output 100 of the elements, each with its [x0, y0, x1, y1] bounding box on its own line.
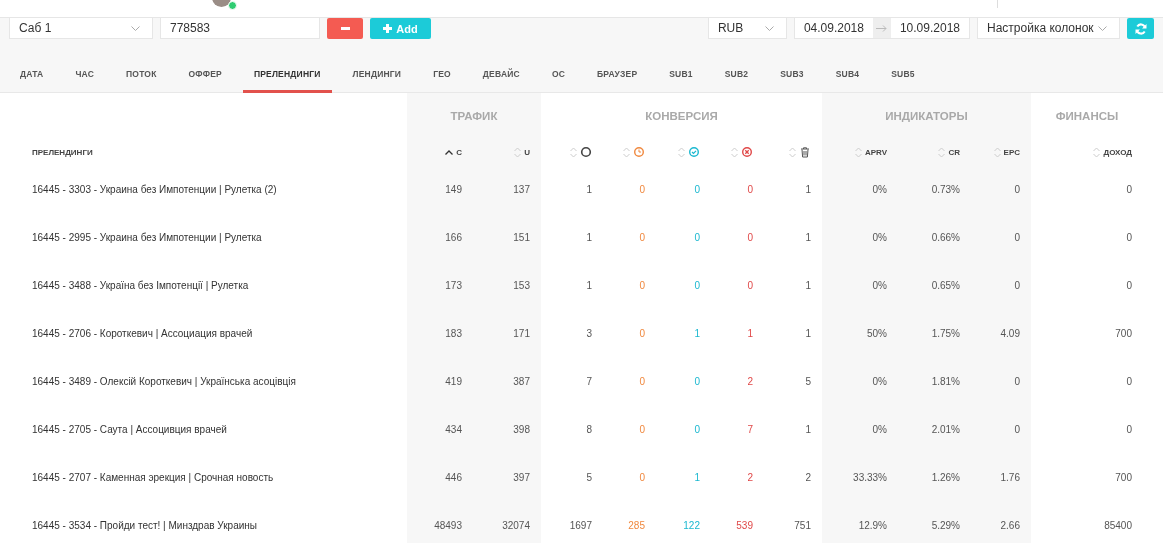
- table-cell: 7: [747, 423, 753, 435]
- remove-button[interactable]: [327, 18, 363, 39]
- table-cell: 5: [586, 471, 592, 483]
- table-cell: 1: [694, 327, 700, 339]
- tab[interactable]: ЛЕНДИНГИ: [341, 58, 413, 93]
- table-cell: 1: [586, 279, 592, 291]
- tab[interactable]: БРАУЗЕР: [586, 58, 649, 93]
- sort-icon[interactable]: [938, 146, 946, 158]
- tab[interactable]: ПРЕЛЕНДИНГИ: [242, 58, 332, 93]
- sort-up-icon[interactable]: [445, 149, 454, 155]
- table-cell: 48493: [434, 519, 462, 531]
- table-cell: 0: [1014, 183, 1020, 195]
- sort-icon[interactable]: [993, 146, 1001, 158]
- table-cell: 0: [747, 279, 753, 291]
- tab[interactable]: ПОТОК: [115, 58, 168, 93]
- table-cell: 539: [736, 519, 753, 531]
- sort-icon[interactable]: [854, 146, 862, 158]
- table-cell: 5: [805, 375, 811, 387]
- columns-select[interactable]: Настройка колонок: [977, 18, 1120, 39]
- table-cell: 0: [694, 375, 700, 387]
- table-cell: 8: [586, 423, 592, 435]
- table-cell: 12.9%: [858, 519, 887, 531]
- table-cell: 0%: [872, 423, 887, 435]
- cross-circle-icon: [741, 146, 753, 158]
- table-cell: 2: [747, 375, 753, 387]
- chevron-down-icon: [1098, 25, 1107, 31]
- sort-icon[interactable]: [570, 146, 577, 158]
- tab[interactable]: SUB2: [713, 58, 760, 93]
- table-cell: 0: [694, 279, 700, 291]
- table-cell: 419: [445, 375, 462, 387]
- table-cell: 1.76: [1000, 471, 1020, 483]
- chevron-down-icon: [764, 25, 774, 31]
- column-header: U: [524, 147, 530, 157]
- column-header: C: [456, 147, 462, 157]
- trash-icon: [799, 146, 811, 158]
- table-cell: 0.66%: [931, 231, 960, 243]
- table-cell: 0: [639, 327, 645, 339]
- table-cell: 1: [586, 231, 592, 243]
- table-cell: 0%: [872, 375, 887, 387]
- tab[interactable]: ОФФЕР: [177, 58, 233, 93]
- sort-icon[interactable]: [789, 146, 796, 158]
- column-header: CR: [948, 147, 960, 157]
- table-cell: 85400: [1104, 519, 1132, 531]
- refresh-button[interactable]: [1127, 18, 1154, 39]
- tab[interactable]: ГЕО: [422, 58, 462, 93]
- tab[interactable]: SUB3: [769, 58, 815, 93]
- table-cell: 1.75%: [931, 327, 960, 339]
- table-cell: 166: [445, 231, 462, 243]
- table-cell: 751: [794, 519, 811, 531]
- tab[interactable]: SUB5: [880, 58, 926, 93]
- table-cell: 183: [445, 327, 462, 339]
- table-cell: 137: [513, 183, 530, 195]
- row-name: 16445 - 3489 - Олексій Короткевич | Українська асоцівція: [32, 375, 296, 387]
- table-cell: 149: [445, 183, 462, 195]
- sub-select-value: Саб 1: [19, 21, 52, 35]
- table-cell: 285: [628, 519, 645, 531]
- table-cell: 7: [586, 375, 592, 387]
- sort-icon[interactable]: [1093, 146, 1101, 158]
- table-cell: 700: [1115, 327, 1132, 339]
- tab[interactable]: ДЕВАЙС: [471, 58, 531, 93]
- table-cell: 1.26%: [931, 471, 960, 483]
- table-cell: 0: [1126, 375, 1132, 387]
- table-cell: 3: [586, 327, 592, 339]
- sort-icon[interactable]: [731, 146, 738, 158]
- sort-icon[interactable]: [514, 146, 522, 158]
- minus-icon: [340, 27, 350, 30]
- sort-icon[interactable]: [678, 146, 685, 158]
- table-cell: 1: [694, 471, 700, 483]
- plus-icon: [383, 24, 393, 33]
- table-cell: 1: [805, 231, 811, 243]
- tab[interactable]: ДАТА: [9, 58, 55, 93]
- table-cell: 33.33%: [853, 471, 887, 483]
- table-cell: 446: [445, 471, 462, 483]
- table-cell: 434: [445, 423, 462, 435]
- sub-select[interactable]: Саб 1: [9, 18, 153, 39]
- table-cell: 0%: [872, 231, 887, 243]
- currency-select[interactable]: RUB: [707, 18, 787, 39]
- row-name: 16445 - 3303 - Украина без Импотенции | Рулетка (2): [32, 183, 277, 195]
- tab[interactable]: SUB4: [824, 58, 871, 93]
- sort-icon[interactable]: [623, 146, 630, 158]
- clock-icon: [633, 146, 645, 158]
- table-cell: 0: [1014, 423, 1020, 435]
- table-cell: 0: [639, 279, 645, 291]
- table-cell: 0: [1126, 231, 1132, 243]
- sub-value-input[interactable]: 778583: [160, 18, 320, 39]
- table-cell: 398: [513, 423, 530, 435]
- table-cell: 0: [639, 183, 645, 195]
- chevron-down-icon: [131, 25, 140, 31]
- table-cell: 0: [1014, 231, 1020, 243]
- table-cell: 2: [805, 471, 811, 483]
- table-cell: 0%: [872, 183, 887, 195]
- tab[interactable]: SUB1: [658, 58, 704, 93]
- table-cell: 1.81%: [931, 375, 960, 387]
- tab[interactable]: ЧАС: [64, 58, 105, 93]
- table-cell: 1: [805, 279, 811, 291]
- tab[interactable]: ОС: [540, 58, 577, 93]
- table-cell: 1697: [569, 519, 592, 531]
- table-cell: 1: [805, 183, 811, 195]
- column-header: ДОХОД: [1103, 147, 1132, 157]
- refresh-icon: [1134, 22, 1147, 35]
